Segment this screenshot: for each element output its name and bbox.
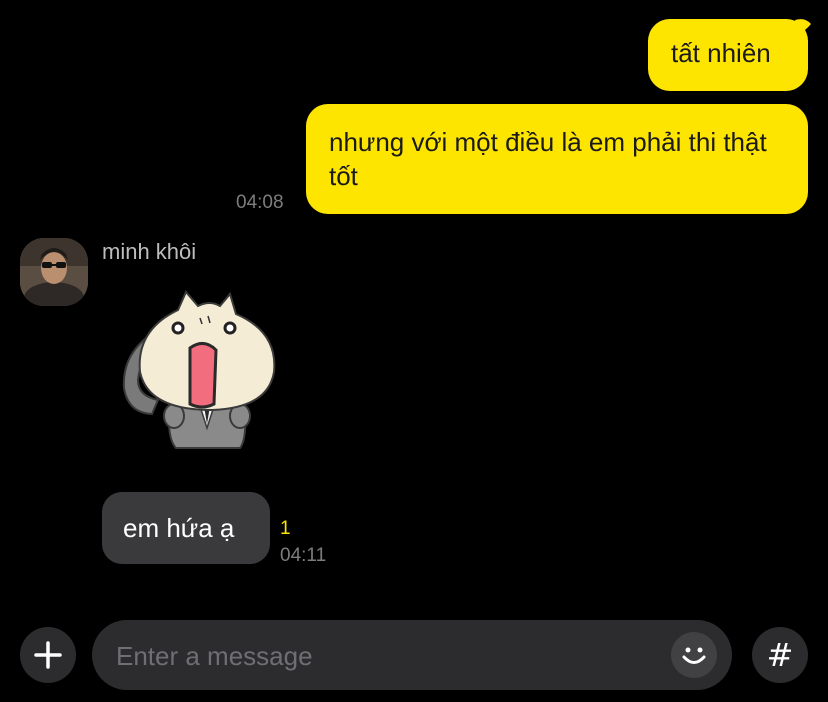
smiley-icon	[682, 647, 706, 664]
add-button[interactable]	[20, 627, 76, 683]
sent-message-bubble[interactable]: nhưng với một điều là em phải thi thật t…	[306, 104, 808, 214]
received-message-text: em hứa ạ	[123, 513, 235, 543]
profile-photo	[20, 238, 88, 306]
sent-message-text: nhưng với một điều là em phải thi thật t…	[329, 127, 767, 191]
received-message-bubble[interactable]: em hứa ạ	[102, 492, 270, 564]
sent-message-text: tất nhiên	[671, 38, 771, 68]
hashtag-icon: #	[766, 636, 794, 674]
sender-name: minh khôi	[102, 239, 197, 264]
hashtag-button[interactable]: #	[752, 627, 808, 683]
message-timestamp: 04:11	[280, 545, 327, 566]
sent-message-bubble[interactable]: tất nhiên	[648, 19, 808, 91]
emoji-button[interactable]	[671, 632, 717, 678]
unread-count-badge: 1	[280, 518, 291, 539]
bubble-tail	[795, 19, 811, 34]
surprised-cat-sticker[interactable]	[118, 288, 283, 458]
message-input[interactable]	[114, 620, 658, 692]
message-timestamp: 04:08	[236, 192, 284, 213]
message-input-bar[interactable]	[92, 620, 732, 692]
plus-icon	[34, 641, 62, 669]
avatar[interactable]	[20, 238, 88, 306]
